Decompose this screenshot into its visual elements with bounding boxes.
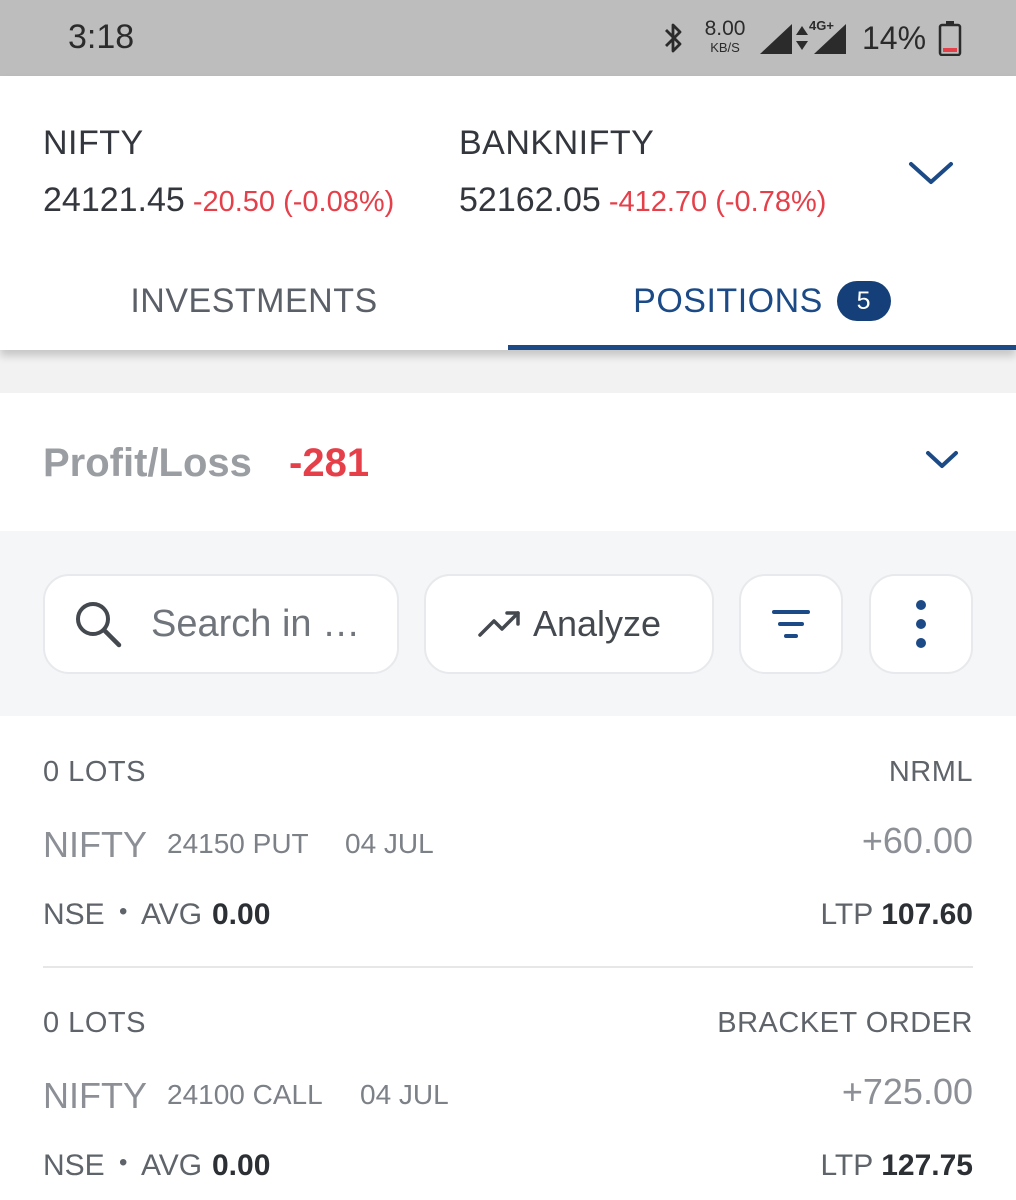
tab-investments[interactable]: INVESTMENTS (0, 252, 508, 350)
ltp-value: 127.75 (881, 1149, 973, 1182)
position-strike: 24100 CALL (167, 1079, 323, 1110)
avg-value: 0.00 (212, 1149, 271, 1182)
position-exchange: NSE (43, 1149, 105, 1182)
positions-toolbar: Analyze (0, 531, 1016, 716)
positions-count-badge: 5 (836, 281, 891, 321)
search-icon (76, 602, 122, 648)
chevron-down-icon[interactable] (906, 158, 956, 188)
search-box[interactable] (43, 574, 399, 674)
separator-dot: • (119, 1149, 128, 1176)
tab-bar: INVESTMENTS POSITIONS 5 (0, 252, 1016, 350)
ltp-value: 107.60 (881, 898, 973, 931)
profit-loss-label: Profit/Loss (43, 441, 252, 485)
avg-label: AVG (141, 1149, 203, 1182)
signal-icon (760, 24, 792, 54)
position-expiry: 04 JUL (345, 828, 434, 859)
avg-value: 0.00 (212, 898, 271, 931)
ltp: LTP 107.60 (820, 898, 973, 932)
ltp-label: LTP (820, 898, 874, 931)
position-lots: 0 LOTS (43, 756, 146, 788)
index-nifty[interactable]: NIFTY 24121.45 -20.50 (-0.08%) (43, 124, 394, 220)
more-vertical-icon (916, 600, 926, 648)
index-value: 24121.45 (43, 181, 185, 219)
more-options-button[interactable] (869, 574, 973, 674)
analyze-label: Analyze (532, 603, 662, 644)
battery-percent: 14% (862, 20, 927, 56)
position-strike: 24150 PUT (167, 828, 309, 859)
position-symbol: NIFTY (43, 824, 147, 865)
position-product: NRML (888, 756, 973, 788)
avg-label: AVG (141, 898, 203, 931)
trending-up-icon (478, 611, 520, 637)
tab-positions[interactable]: POSITIONS 5 (508, 252, 1016, 350)
filter-button[interactable] (739, 574, 843, 674)
profit-loss-value: -281 (289, 441, 370, 485)
battery-icon (938, 21, 962, 56)
signal-icon-secondary (814, 24, 846, 54)
status-time: 3:18 (68, 18, 135, 56)
ltp: LTP 127.75 (820, 1149, 973, 1183)
position-pnl: +60.00 (861, 820, 973, 861)
index-name: NIFTY (43, 124, 144, 162)
position-row[interactable]: 0 LOTS NRML NIFTY 24150 PUT 04 JUL +60.0… (43, 716, 973, 966)
position-expiry: 04 JUL (360, 1079, 449, 1110)
index-change: -412.70 (-0.78%) (608, 186, 827, 218)
position-pnl: +725.00 (841, 1071, 973, 1112)
separator-dot: • (119, 898, 128, 925)
status-bar: 3:18 8.00 KB/S 4G+ 14% (0, 0, 1016, 76)
index-change: -20.50 (-0.08%) (192, 186, 395, 218)
bluetooth-icon (665, 23, 682, 53)
index-banknifty[interactable]: BANKNIFTY 52162.05 -412.70 (-0.78%) (459, 124, 864, 220)
tab-label: INVESTMENTS (130, 281, 378, 320)
ltp-label: LTP (820, 1149, 874, 1182)
position-row[interactable]: 0 LOTS BRACKET ORDER NIFTY 24100 CALL 04… (43, 967, 973, 1200)
position-symbol: NIFTY (43, 1075, 147, 1116)
profit-loss-summary[interactable]: Profit/Loss -281 (0, 393, 1016, 531)
analyze-button[interactable]: Analyze (424, 574, 714, 674)
tab-label: POSITIONS (633, 281, 823, 320)
filter-icon (772, 610, 810, 638)
chevron-down-icon[interactable] (924, 449, 960, 471)
network-speed: 8.00 KB/S (704, 17, 746, 55)
section-divider (0, 350, 1016, 393)
index-name: BANKNIFTY (459, 124, 655, 162)
position-exchange: NSE (43, 898, 105, 931)
positions-list: 0 LOTS NRML NIFTY 24150 PUT 04 JUL +60.0… (0, 716, 1016, 1200)
search-input[interactable] (151, 602, 381, 646)
position-product: BRACKET ORDER (717, 1007, 973, 1039)
data-arrows-icon (796, 26, 808, 50)
index-value: 52162.05 (459, 181, 601, 219)
active-tab-indicator (508, 345, 1016, 350)
position-lots: 0 LOTS (43, 1007, 146, 1039)
market-header: NIFTY 24121.45 -20.50 (-0.08%) BANKNIFTY … (0, 76, 1016, 350)
